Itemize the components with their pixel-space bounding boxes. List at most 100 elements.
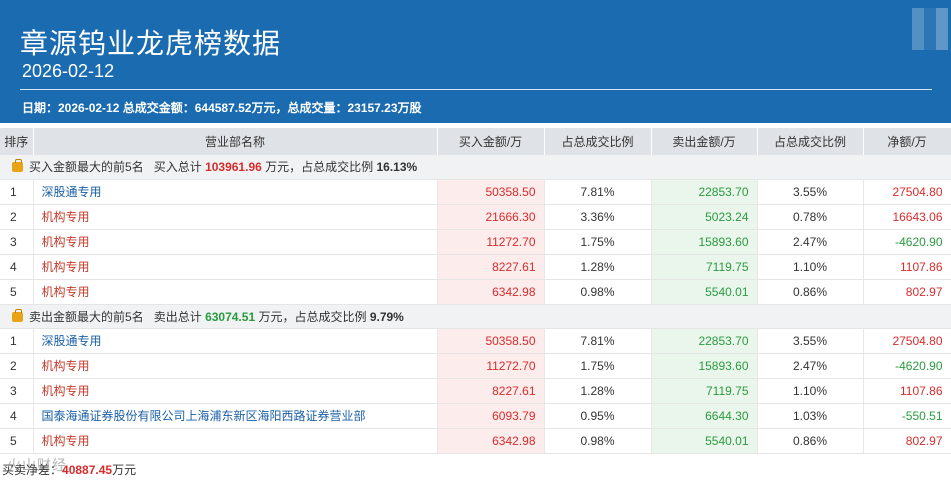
buy-amount-cell: 50358.50 <box>437 179 545 205</box>
col-sell-ratio: 占总成交比例 <box>757 128 864 155</box>
buy-ratio-cell: 0.95% <box>544 403 652 429</box>
bag-icon <box>12 308 23 322</box>
sell-ratio-cell: 3.55% <box>757 179 864 205</box>
table-row[interactable]: 3 机构专用 8227.61 1.28% 7119.75 1.10% 1107.86 <box>0 378 951 404</box>
table-header-row: 排序 营业部名称 买入金额/万 占总成交比例 卖出金额/万 占总成交比例 净额/… <box>0 128 951 155</box>
table-row[interactable]: 1 深股通专用 50358.50 7.81% 22853.70 3.55% 27504.80 <box>0 328 951 354</box>
branch-name-link[interactable]: 机构专用 <box>33 254 438 280</box>
branch-name-link[interactable]: 深股通专用 <box>33 328 438 354</box>
rank-cell: 5 <box>0 279 34 305</box>
table-row[interactable]: 5 机构专用 6342.98 0.98% 5540.01 0.86% 802.97 <box>0 279 951 305</box>
group-label: 卖出金额最大的前5名 <box>29 309 144 324</box>
buy-amount-cell: 8227.61 <box>437 378 545 404</box>
sell-amount-cell: 15893.60 <box>651 229 758 255</box>
watermark: 火山财经 <box>7 457 67 473</box>
page-title: 章源钨业龙虎榜数据 <box>20 28 282 59</box>
sell-amount-cell: 7119.75 <box>651 254 758 280</box>
bag-icon <box>12 159 23 173</box>
sell-amount-cell: 15893.60 <box>651 353 758 379</box>
page-date: 2026-02-12 <box>22 61 115 81</box>
group-total-value: 63074.51 <box>205 309 256 324</box>
rank-cell: 4 <box>0 403 34 429</box>
buy-amount-cell: 8227.61 <box>437 254 545 280</box>
buy-ratio-cell: 3.36% <box>544 204 652 230</box>
buy-ratio-cell: 1.28% <box>544 378 652 404</box>
group-label: 买入金额最大的前5名 <box>29 160 144 175</box>
group-ratio: 9.79% <box>369 309 404 324</box>
group-unit-text: 万元，占总成交比例 <box>258 309 367 324</box>
buy-amount-cell: 6342.98 <box>437 279 545 305</box>
sell-ratio-cell: 0.86% <box>757 428 864 454</box>
branch-name-link[interactable]: 机构专用 <box>33 428 438 454</box>
col-buy-amount: 买入金额/万 <box>437 128 545 155</box>
sell-ratio-cell: 2.47% <box>757 229 864 255</box>
branch-name-link[interactable]: 机构专用 <box>33 229 438 255</box>
group-unit-text: 万元，占总成交比例 <box>265 160 374 175</box>
net-amount-cell: -550.51 <box>863 403 951 429</box>
net-unit: 万元 <box>112 463 137 477</box>
branch-name-link[interactable]: 机构专用 <box>33 353 438 379</box>
group-total-label: 买入总计 <box>153 160 202 175</box>
col-rank: 排序 <box>0 128 34 155</box>
buy-ratio-cell: 1.75% <box>544 353 652 379</box>
buy-amount-cell: 11272.70 <box>437 353 545 379</box>
table-row[interactable]: 5 机构专用 6342.98 0.98% 5540.01 0.86% 802.97 <box>0 428 951 454</box>
net-amount-cell: -4620.90 <box>863 353 951 379</box>
rank-cell: 3 <box>0 378 34 404</box>
branch-name-link[interactable]: 机构专用 <box>33 204 438 230</box>
buy-amount-cell: 21666.30 <box>437 204 545 230</box>
buy_group-header: 买入金额最大的前5名 买入总计 103961.96 万元，占总成交比例 16.1… <box>0 155 951 180</box>
branch-name-link[interactable]: 国泰海通证券股份有限公司上海浦东新区海阳西路证券营业部 <box>33 403 438 429</box>
sell-amount-cell: 5540.01 <box>651 428 758 454</box>
trade-summary: 日期：2026-02-12 总成交金额：644587.52万元，总成交量：231… <box>22 101 422 115</box>
buy-amount-cell: 50358.50 <box>437 328 545 354</box>
sell-amount-cell: 5023.24 <box>651 204 758 230</box>
net-amount-cell: 27504.80 <box>863 179 951 205</box>
buy-ratio-cell: 1.28% <box>544 254 652 280</box>
branch-name-link[interactable]: 深股通专用 <box>33 179 438 205</box>
rank-cell: 2 <box>0 353 34 379</box>
sell-amount-cell: 5540.01 <box>651 279 758 305</box>
net-amount-cell: 1107.86 <box>863 378 951 404</box>
net-amount-cell: 802.97 <box>863 428 951 454</box>
table-row[interactable]: 1 深股通专用 50358.50 7.81% 22853.70 3.55% 27504.80 <box>0 179 951 205</box>
buy-ratio-cell: 0.98% <box>544 428 652 454</box>
buy-ratio-cell: 7.81% <box>544 179 652 205</box>
sell-ratio-cell: 2.47% <box>757 353 864 379</box>
blurred-logo <box>912 8 948 50</box>
buy-ratio-cell: 1.75% <box>544 229 652 255</box>
sell-amount-cell: 22853.70 <box>651 328 758 354</box>
sell_group-header: 卖出金额最大的前5名 卖出总计 63074.51 万元，占总成交比例 9.79% <box>0 304 951 329</box>
sell-amount-cell: 6644.30 <box>651 403 758 429</box>
net-value: 40887.45 <box>62 463 113 477</box>
rank-cell: 1 <box>0 179 34 205</box>
col-net: 净额/万 <box>863 128 951 155</box>
sell-ratio-cell: 3.55% <box>757 328 864 354</box>
sell-ratio-cell: 1.10% <box>757 378 864 404</box>
table-row[interactable]: 2 机构专用 11272.70 1.75% 15893.60 2.47% -4620.90 <box>0 353 951 379</box>
net-amount-cell: 16643.06 <box>863 204 951 230</box>
sell-ratio-cell: 0.78% <box>757 204 864 230</box>
buy-amount-cell: 11272.70 <box>437 229 545 255</box>
col-buy-ratio: 占总成交比例 <box>544 128 652 155</box>
branch-name-link[interactable]: 机构专用 <box>33 378 438 404</box>
group-total-label: 卖出总计 <box>153 309 202 324</box>
sell-ratio-cell: 0.86% <box>757 279 864 305</box>
branch-name-link[interactable]: 机构专用 <box>33 279 438 305</box>
group-ratio: 16.13% <box>376 160 418 175</box>
net-difference: 买卖净差：40887.45万元 火山财经 <box>2 457 137 478</box>
rank-cell: 4 <box>0 254 34 280</box>
dragon-tiger-table: 排序 营业部名称 买入金额/万 占总成交比例 卖出金额/万 占总成交比例 净额/… <box>0 128 951 454</box>
rank-cell: 1 <box>0 328 34 354</box>
table-row[interactable]: 3 机构专用 11272.70 1.75% 15893.60 2.47% -4620.90 <box>0 229 951 255</box>
rank-cell: 2 <box>0 204 34 230</box>
table-row[interactable]: 4 机构专用 8227.61 1.28% 7119.75 1.10% 1107.86 <box>0 254 951 280</box>
buy-amount-cell: 6093.79 <box>437 403 545 429</box>
table-row[interactable]: 4 国泰海通证券股份有限公司上海浦东新区海阳西路证券营业部 6093.79 0.95%… <box>0 403 951 429</box>
net-amount-cell: 1107.86 <box>863 254 951 280</box>
table-row[interactable]: 2 机构专用 21666.30 3.36% 5023.24 0.78% 16643.06 <box>0 204 951 230</box>
col-branch: 营业部名称 <box>33 128 438 155</box>
group-total-value: 103961.96 <box>205 160 262 175</box>
sell-amount-cell: 7119.75 <box>651 378 758 404</box>
sell-ratio-cell: 1.10% <box>757 254 864 280</box>
